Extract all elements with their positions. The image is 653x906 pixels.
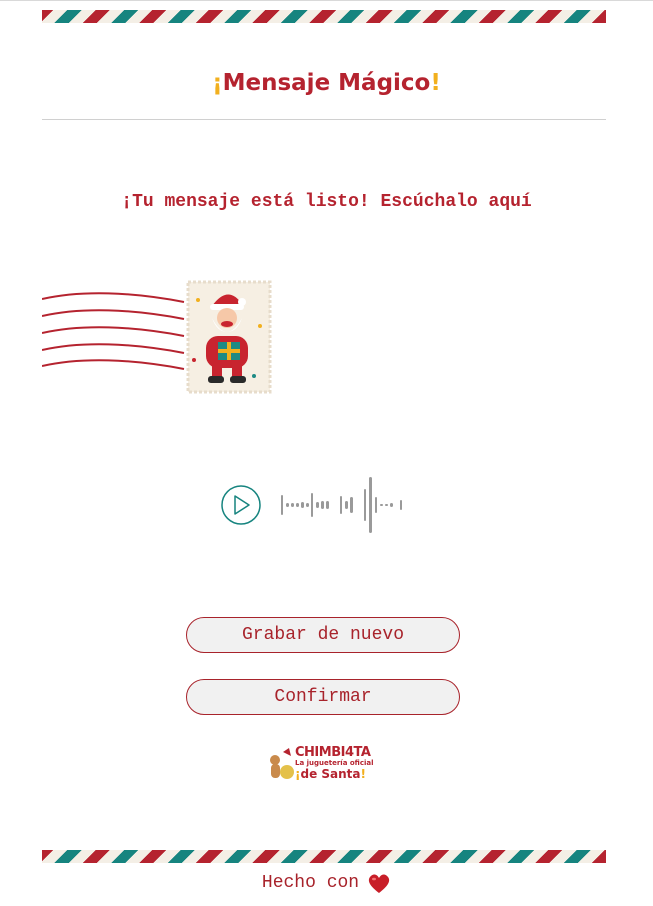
gingerbread-icon: [270, 748, 294, 779]
waveform-icon[interactable]: [281, 477, 402, 533]
top-border: [0, 0, 653, 1]
airmail-stripe-top: [42, 10, 606, 23]
record-again-button[interactable]: Grabar de nuevo: [186, 617, 460, 653]
page-title-text: Mensaje Mágico: [222, 70, 431, 96]
title-divider: [42, 119, 606, 120]
confirm-button[interactable]: Confirmar: [186, 679, 460, 715]
airmail-stripe-bottom: [42, 850, 606, 863]
footer-text: Hecho con: [261, 873, 360, 893]
footer: Hecho con: [0, 872, 653, 894]
postmark-lines: [42, 292, 185, 370]
santa-stamp-icon: [186, 280, 272, 394]
santa-stamp-postmark: [42, 280, 272, 394]
message-ready-text: ¡Tu mensaje está listo! Escúchalo aquí: [121, 192, 532, 212]
audio-player: [221, 477, 402, 533]
brand-logo: CHIMBI4TA La juguetería oficial ¡de Sant…: [265, 746, 385, 786]
page-title: ¡Mensaje Mágico!: [212, 70, 441, 96]
brand-wordmark: CHIMBI4TA La juguetería oficial ¡de Sant…: [295, 745, 374, 781]
heart-icon: [368, 874, 390, 893]
play-circle-icon[interactable]: [221, 485, 261, 525]
